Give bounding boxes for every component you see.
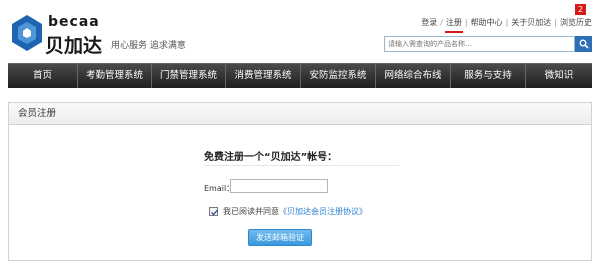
top-links: 登录 / 注册 | 帮助中心 | 关于贝加达 | 浏览历史 2 <box>421 4 592 33</box>
divider <box>204 165 399 166</box>
agreement-link[interactable]: 《贝加达会员注册协议》 <box>279 206 367 217</box>
search-bar <box>384 36 592 52</box>
nav-item-knowledge[interactable]: 微知识 <box>526 64 592 88</box>
nav-item-support[interactable]: 服务与支持 <box>451 64 526 88</box>
send-verification-button[interactable]: 发送邮箱验证 <box>248 229 312 246</box>
history-count-badge: 2 <box>575 4 586 15</box>
email-field[interactable] <box>230 179 328 193</box>
agree-checkbox[interactable] <box>209 207 218 216</box>
logo-text-en: becaa <box>48 14 100 30</box>
login-link[interactable]: 登录 <box>421 17 437 28</box>
slogan: 用心服务 追求满意 <box>111 41 186 51</box>
history-link[interactable]: 浏览历史 2 <box>560 4 592 28</box>
nav-item-attendance[interactable]: 考勤管理系统 <box>78 64 152 88</box>
agreement-row: 我已阅读并同意 《贝加达会员注册协议》 <box>209 206 367 217</box>
logo-mark-icon <box>12 15 42 51</box>
search-button[interactable] <box>575 36 592 52</box>
separator: | <box>505 18 509 27</box>
about-link[interactable]: 关于贝加达 <box>511 17 551 28</box>
nav-item-cabling[interactable]: 网络综合布线 <box>376 64 451 88</box>
nav-item-home[interactable]: 首页 <box>8 64 78 88</box>
register-panel: 会员注册 免费注册一个“贝加达”帐号： Email： 我已阅读并同意 《贝加达会… <box>8 102 592 261</box>
logo-text-cn: 贝加达 <box>45 35 103 57</box>
nav-item-security[interactable]: 安防监控系统 <box>301 64 376 88</box>
form-title: 免费注册一个“贝加达”帐号： <box>204 152 338 163</box>
checkmark-icon <box>211 209 218 216</box>
register-link[interactable]: 注册 <box>444 17 463 33</box>
history-label: 浏览历史 <box>560 18 592 27</box>
help-center-link[interactable]: 帮助中心 <box>471 17 503 28</box>
search-input[interactable] <box>384 36 575 52</box>
main-nav: 首页 考勤管理系统 门禁管理系统 消费管理系统 安防监控系统 网络综合布线 服务… <box>8 63 592 88</box>
separator: | <box>554 18 557 27</box>
separator: | <box>464 18 468 27</box>
agree-text: 我已阅读并同意 <box>223 207 279 216</box>
nav-item-consumption[interactable]: 消费管理系统 <box>226 64 301 88</box>
logo[interactable]: becaa 贝加达 <box>12 12 104 57</box>
panel-title: 会员注册 <box>9 103 591 125</box>
nav-item-access-control[interactable]: 门禁管理系统 <box>152 64 226 88</box>
search-icon <box>579 39 589 49</box>
slash-separator: / <box>440 18 443 27</box>
